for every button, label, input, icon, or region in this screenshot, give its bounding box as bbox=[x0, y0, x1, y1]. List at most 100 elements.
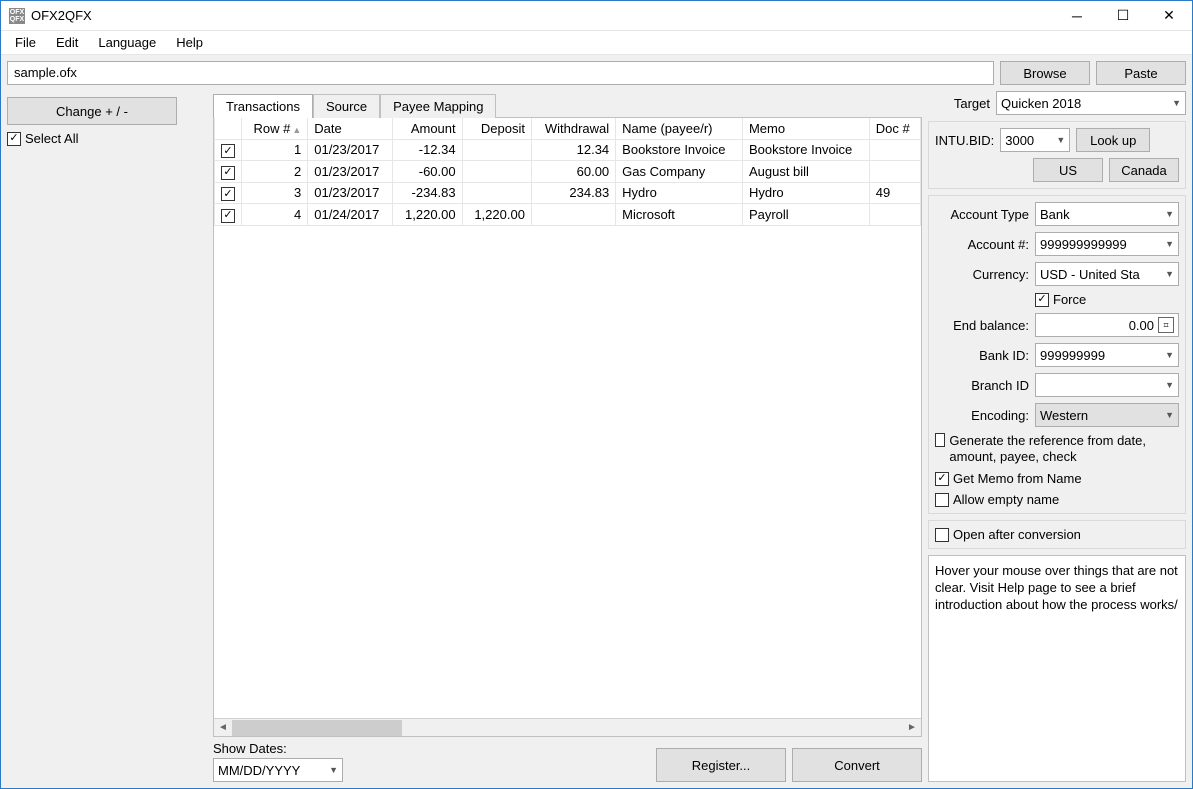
bank-id-label: Bank ID: bbox=[935, 348, 1029, 363]
row-checkbox[interactable]: ✓ bbox=[221, 144, 235, 158]
cell-date: 01/23/2017 bbox=[308, 139, 393, 161]
generate-reference-label: Generate the reference from date, amount… bbox=[949, 433, 1179, 465]
col-amount[interactable]: Amount bbox=[393, 118, 462, 139]
cell-row: 2 bbox=[242, 161, 308, 183]
currency-select[interactable]: USD - United Sta ▼ bbox=[1035, 262, 1179, 286]
close-button[interactable]: ✕ bbox=[1146, 1, 1192, 30]
cell-doc bbox=[869, 139, 920, 161]
col-checkbox[interactable] bbox=[215, 118, 242, 139]
col-name[interactable]: Name (payee/r) bbox=[616, 118, 743, 139]
bank-id-select[interactable]: 999999999 ▼ bbox=[1035, 343, 1179, 367]
table-row[interactable]: ✓301/23/2017-234.83234.83HydroHydro49 bbox=[215, 182, 921, 204]
account-number-select[interactable]: 999999999999 ▼ bbox=[1035, 232, 1179, 256]
currency-label: Currency: bbox=[935, 267, 1029, 282]
convert-button[interactable]: Convert bbox=[792, 748, 922, 782]
end-balance-input[interactable]: 0.00 ⌗ bbox=[1035, 313, 1179, 337]
col-memo[interactable]: Memo bbox=[742, 118, 869, 139]
encoding-label: Encoding: bbox=[935, 408, 1029, 423]
maximize-button[interactable]: ☐ bbox=[1100, 1, 1146, 30]
target-label: Target bbox=[928, 96, 990, 111]
cell-name: Hydro bbox=[616, 182, 743, 204]
allow-empty-label: Allow empty name bbox=[953, 492, 1059, 507]
get-memo-checkbox[interactable]: ✓ bbox=[935, 472, 949, 486]
browse-button[interactable]: Browse bbox=[1000, 61, 1090, 85]
account-type-select[interactable]: Bank ▼ bbox=[1035, 202, 1179, 226]
open-after-checkbox[interactable] bbox=[935, 528, 949, 542]
chevron-down-icon: ▼ bbox=[1165, 410, 1174, 420]
col-date[interactable]: Date bbox=[308, 118, 393, 139]
allow-empty-checkbox[interactable] bbox=[935, 493, 949, 507]
cell-deposit bbox=[462, 161, 531, 183]
cell-doc: 49 bbox=[869, 182, 920, 204]
col-doc[interactable]: Doc # bbox=[869, 118, 920, 139]
branch-id-select[interactable]: ▼ bbox=[1035, 373, 1179, 397]
cell-date: 01/23/2017 bbox=[308, 161, 393, 183]
table-row[interactable]: ✓401/24/20171,220.001,220.00MicrosoftPay… bbox=[215, 204, 921, 226]
encoding-select[interactable]: Western ▼ bbox=[1035, 403, 1179, 427]
show-dates-select[interactable]: MM/DD/YYYY ▼ bbox=[213, 758, 343, 782]
col-row[interactable]: Row #▲ bbox=[242, 118, 308, 139]
row-checkbox[interactable]: ✓ bbox=[221, 187, 235, 201]
transactions-table: Row #▲ Date Amount Deposit Withdrawal Na… bbox=[214, 118, 921, 226]
col-deposit[interactable]: Deposit bbox=[462, 118, 531, 139]
cell-withdrawal: 234.83 bbox=[531, 182, 615, 204]
tab-payee-mapping[interactable]: Payee Mapping bbox=[380, 94, 496, 118]
scroll-thumb[interactable] bbox=[232, 720, 402, 736]
force-checkbox[interactable]: ✓ bbox=[1035, 293, 1049, 307]
end-balance-label: End balance: bbox=[935, 318, 1029, 333]
minimize-button[interactable]: ─ bbox=[1054, 1, 1100, 30]
tab-transactions[interactable]: Transactions bbox=[213, 94, 313, 118]
menubar: File Edit Language Help bbox=[1, 31, 1192, 55]
cell-name: Gas Company bbox=[616, 161, 743, 183]
target-select[interactable]: Quicken 2018 ▼ bbox=[996, 91, 1186, 115]
row-checkbox[interactable]: ✓ bbox=[221, 209, 235, 223]
cell-withdrawal: 60.00 bbox=[531, 161, 615, 183]
cell-doc bbox=[869, 161, 920, 183]
intu-bid-select[interactable]: 3000 ▼ bbox=[1000, 128, 1070, 152]
table-row[interactable]: ✓201/23/2017-60.0060.00Gas CompanyAugust… bbox=[215, 161, 921, 183]
lookup-button[interactable]: Look up bbox=[1076, 128, 1150, 152]
cell-row: 1 bbox=[242, 139, 308, 161]
col-withdrawal[interactable]: Withdrawal bbox=[531, 118, 615, 139]
row-checkbox[interactable]: ✓ bbox=[221, 166, 235, 180]
select-all-label: Select All bbox=[25, 131, 78, 146]
menu-language[interactable]: Language bbox=[90, 33, 164, 52]
cell-memo: August bill bbox=[742, 161, 869, 183]
chevron-down-icon: ▼ bbox=[329, 765, 338, 775]
titlebar: OFXQFX OFX2QFX ─ ☐ ✕ bbox=[1, 1, 1192, 31]
cell-doc bbox=[869, 204, 920, 226]
window-title: OFX2QFX bbox=[31, 8, 1054, 23]
cell-memo: Bookstore Invoice bbox=[742, 139, 869, 161]
horizontal-scrollbar[interactable]: ◄ ► bbox=[214, 718, 921, 736]
us-button[interactable]: US bbox=[1033, 158, 1103, 182]
calculator-icon[interactable]: ⌗ bbox=[1158, 317, 1174, 333]
chevron-down-icon: ▼ bbox=[1165, 239, 1174, 249]
chevron-down-icon: ▼ bbox=[1165, 209, 1174, 219]
menu-help[interactable]: Help bbox=[168, 33, 211, 52]
cell-memo: Hydro bbox=[742, 182, 869, 204]
show-dates-label: Show Dates: bbox=[213, 741, 343, 756]
account-type-label: Account Type bbox=[935, 207, 1029, 222]
cell-row: 3 bbox=[242, 182, 308, 204]
intu-bid-label: INTU.BID: bbox=[935, 133, 994, 148]
scroll-right-icon[interactable]: ► bbox=[903, 719, 921, 737]
menu-file[interactable]: File bbox=[7, 33, 44, 52]
canada-button[interactable]: Canada bbox=[1109, 158, 1179, 182]
tab-source[interactable]: Source bbox=[313, 94, 380, 118]
paste-button[interactable]: Paste bbox=[1096, 61, 1186, 85]
select-all-checkbox[interactable]: ✓ bbox=[7, 132, 21, 146]
scroll-left-icon[interactable]: ◄ bbox=[214, 719, 232, 737]
cell-withdrawal: 12.34 bbox=[531, 139, 615, 161]
chevron-down-icon: ▼ bbox=[1165, 269, 1174, 279]
table-row[interactable]: ✓101/23/2017-12.3412.34Bookstore Invoice… bbox=[215, 139, 921, 161]
branch-id-label: Branch ID bbox=[935, 378, 1029, 393]
generate-reference-checkbox[interactable] bbox=[935, 433, 945, 447]
cell-date: 01/23/2017 bbox=[308, 182, 393, 204]
menu-edit[interactable]: Edit bbox=[48, 33, 86, 52]
cell-amount: 1,220.00 bbox=[393, 204, 462, 226]
force-label: Force bbox=[1053, 292, 1086, 307]
get-memo-label: Get Memo from Name bbox=[953, 471, 1082, 486]
register-button[interactable]: Register... bbox=[656, 748, 786, 782]
filepath-input[interactable]: sample.ofx bbox=[7, 61, 994, 85]
change-sign-button[interactable]: Change + / - bbox=[7, 97, 177, 125]
